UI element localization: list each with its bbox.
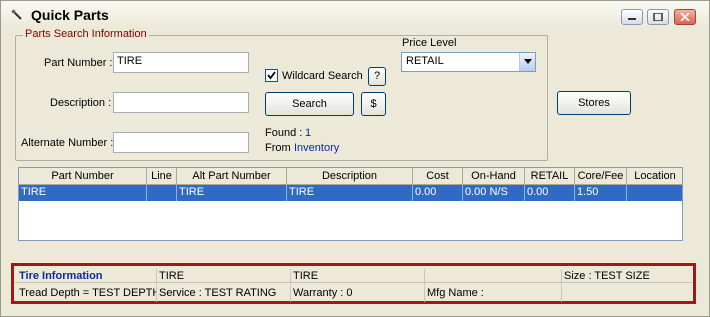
grid-header: Part Number Line Alt Part Number Descrip… xyxy=(19,168,682,185)
dropdown-arrow[interactable] xyxy=(519,53,535,71)
table-row[interactable]: TIRE TIRE TIRE 0.00 0.00 N/S 0.00 1.50 xyxy=(19,185,682,201)
tool-icon xyxy=(11,9,23,21)
maximize-icon xyxy=(653,13,663,21)
part-number-label: Part Number : xyxy=(44,57,113,69)
found-count: 1 xyxy=(305,127,312,139)
column-header[interactable]: Core/Fee xyxy=(575,168,627,185)
part-number-input[interactable]: TIRE xyxy=(113,52,249,73)
table-cell xyxy=(147,185,177,201)
table-cell: 0.00 xyxy=(525,185,575,201)
maximize-button[interactable] xyxy=(647,9,669,25)
description-label: Description : xyxy=(50,97,112,109)
chevron-down-icon xyxy=(524,59,532,64)
table-cell: 1.50 xyxy=(575,185,627,201)
tire-info-tread: Tread Depth = TEST DEPTH xyxy=(17,286,157,302)
column-header[interactable]: Description xyxy=(287,168,413,185)
column-header[interactable]: RETAIL xyxy=(525,168,575,185)
window-title: Quick Parts xyxy=(31,7,109,23)
from-source: Inventory xyxy=(294,142,340,154)
table-cell xyxy=(627,185,682,201)
found-label: Found : xyxy=(265,127,303,139)
from-label: From xyxy=(265,142,291,154)
alternate-number-label: Alternate Number : xyxy=(21,137,114,149)
tire-info-mfg: Mfg Name : xyxy=(425,286,562,302)
tire-info-part: TIRE xyxy=(157,269,291,285)
tire-info-size: Size : TEST SIZE xyxy=(564,270,650,282)
minimize-icon xyxy=(628,18,636,20)
column-header[interactable]: Line xyxy=(147,168,177,185)
minimize-button[interactable] xyxy=(621,9,643,25)
tire-info-service: Service : TEST RATING xyxy=(157,286,291,302)
column-header[interactable]: On-Hand xyxy=(463,168,525,185)
price-button[interactable]: $ xyxy=(361,92,386,116)
search-button[interactable]: Search xyxy=(265,92,354,116)
close-button[interactable] xyxy=(674,9,696,25)
close-icon xyxy=(680,13,690,21)
tire-information-panel: Tire Information TIRE TIRE Size : TEST S… xyxy=(11,263,696,304)
title-bar: Quick Parts xyxy=(1,1,709,28)
table-cell: TIRE xyxy=(177,185,287,201)
price-level-value: RETAIL xyxy=(406,55,444,67)
tire-info-warranty: Warranty : 0 xyxy=(291,286,425,302)
wildcard-search-checkbox[interactable] xyxy=(265,69,278,82)
description-input[interactable] xyxy=(113,92,249,113)
column-header[interactable]: Part Number xyxy=(19,168,147,185)
tire-info-title: Tire Information xyxy=(17,269,157,285)
alternate-number-input[interactable] xyxy=(113,132,249,153)
tire-info-description: TIRE xyxy=(291,269,425,285)
price-level-select[interactable]: RETAIL xyxy=(401,52,536,72)
stores-button[interactable]: Stores xyxy=(557,91,631,115)
column-header[interactable]: Location xyxy=(627,168,682,185)
quick-parts-window: Quick Parts Parts Search Information Par… xyxy=(0,0,710,317)
table-cell: TIRE xyxy=(19,185,147,201)
wildcard-search-label: Wildcard Search xyxy=(282,70,363,82)
checkmark-icon xyxy=(267,71,276,80)
help-button[interactable]: ? xyxy=(368,67,386,86)
column-header[interactable]: Cost xyxy=(413,168,463,185)
table-cell: 0.00 xyxy=(413,185,463,201)
parts-grid[interactable]: Part Number Line Alt Part Number Descrip… xyxy=(18,167,683,241)
tire-info-blank xyxy=(425,269,562,285)
tire-info-extra xyxy=(562,286,690,302)
parts-search-group-title: Parts Search Information xyxy=(23,28,149,40)
table-cell: 0.00 N/S xyxy=(463,185,525,201)
table-cell: TIRE xyxy=(287,185,413,201)
price-level-label: Price Level xyxy=(402,37,457,49)
column-header[interactable]: Alt Part Number xyxy=(177,168,287,185)
